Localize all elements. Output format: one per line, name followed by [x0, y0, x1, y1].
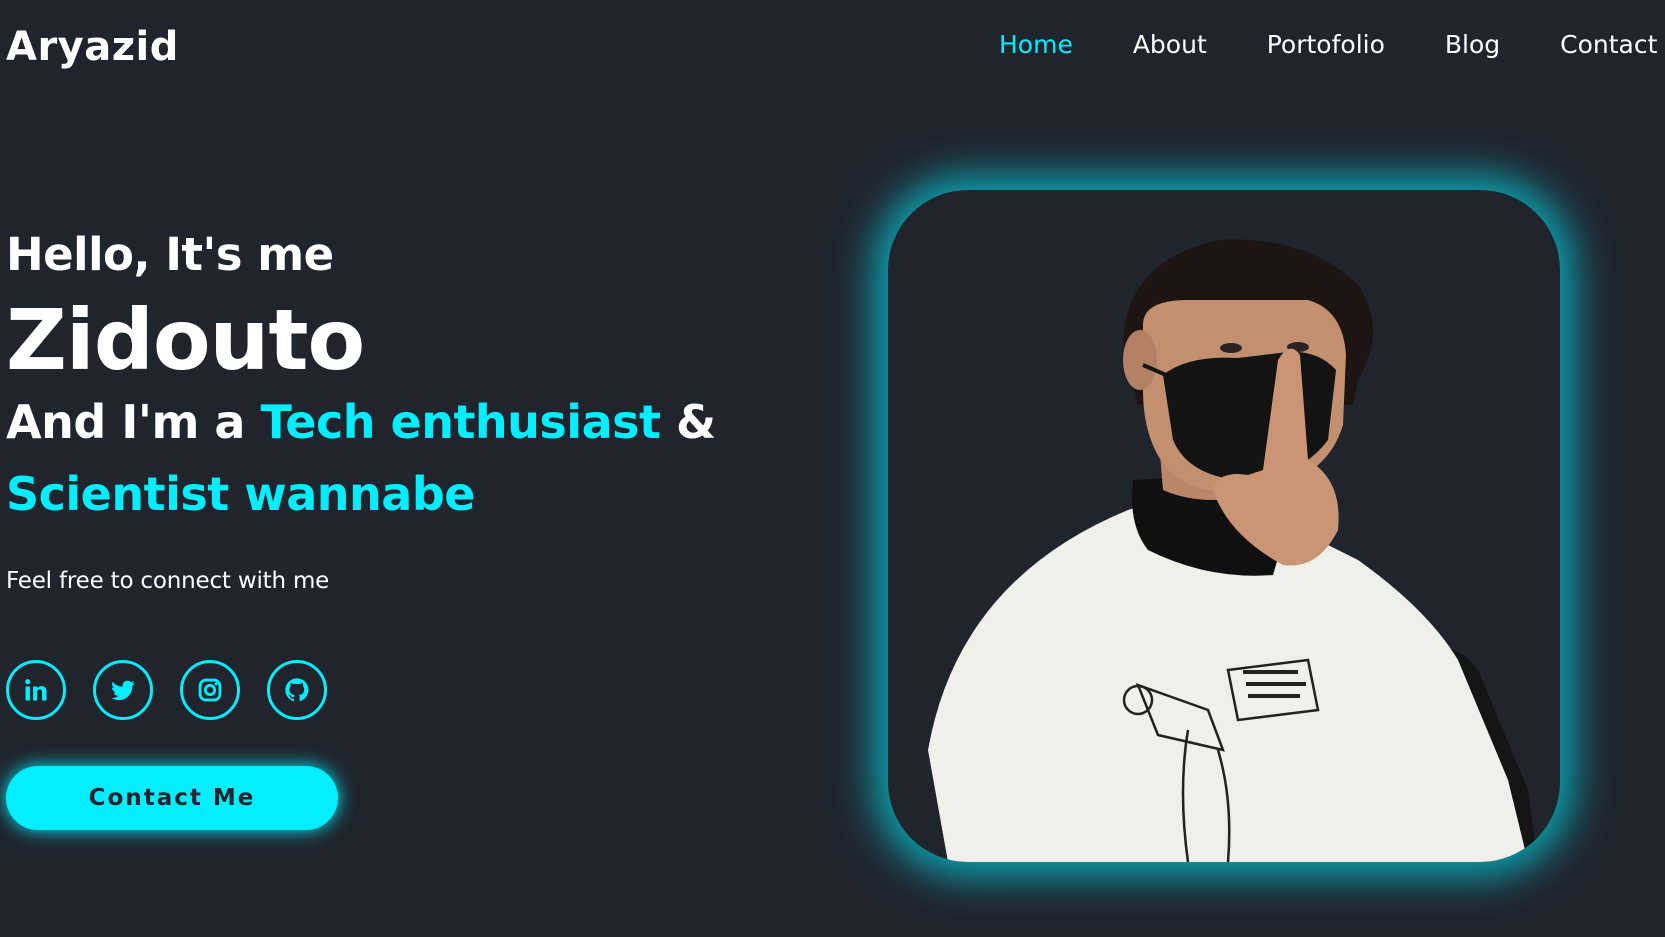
tagline-prefix: And I'm a — [6, 394, 261, 449]
instagram-icon — [198, 678, 222, 702]
tagline: And I'm a Tech enthusiast & Scientist wa… — [6, 386, 726, 530]
hero-content: Hello, It's me Zidouto And I'm a Tech en… — [6, 230, 726, 594]
nav-portofolio[interactable]: Portofolio — [1267, 30, 1385, 59]
greeting: Hello, It's me — [6, 228, 334, 281]
social-links — [6, 660, 354, 720]
instagram-link[interactable] — [180, 660, 240, 720]
linkedin-link[interactable] — [6, 660, 66, 720]
contact-me-button[interactable]: Contact Me — [6, 766, 338, 830]
github-link[interactable] — [267, 660, 327, 720]
connect-text: Feel free to connect with me — [6, 567, 330, 594]
nav-home[interactable]: Home — [999, 30, 1073, 59]
twitter-link[interactable] — [93, 660, 153, 720]
site-header: Aryazid Home About Portofolio Blog Conta… — [0, 0, 1665, 96]
logo[interactable]: Aryazid — [6, 24, 179, 70]
github-icon — [285, 678, 309, 702]
twitter-icon — [111, 680, 135, 701]
profile-photo — [888, 190, 1560, 862]
tagline-accent-tech: Tech enthusiast — [260, 394, 662, 449]
main-nav: Home About Portofolio Blog Contact — [999, 30, 1665, 59]
hero-name: Zidouto — [6, 290, 365, 389]
nav-about[interactable]: About — [1133, 30, 1207, 59]
nav-blog[interactable]: Blog — [1445, 30, 1500, 59]
page: Aryazid Home About Portofolio Blog Conta… — [0, 0, 1665, 937]
tagline-ampersand: & — [660, 394, 716, 449]
nav-contact[interactable]: Contact — [1560, 30, 1657, 59]
linkedin-icon — [25, 679, 47, 701]
tagline-accent-scientist: Scientist wannabe — [6, 466, 475, 521]
profile-photo-illustration — [928, 239, 1538, 862]
